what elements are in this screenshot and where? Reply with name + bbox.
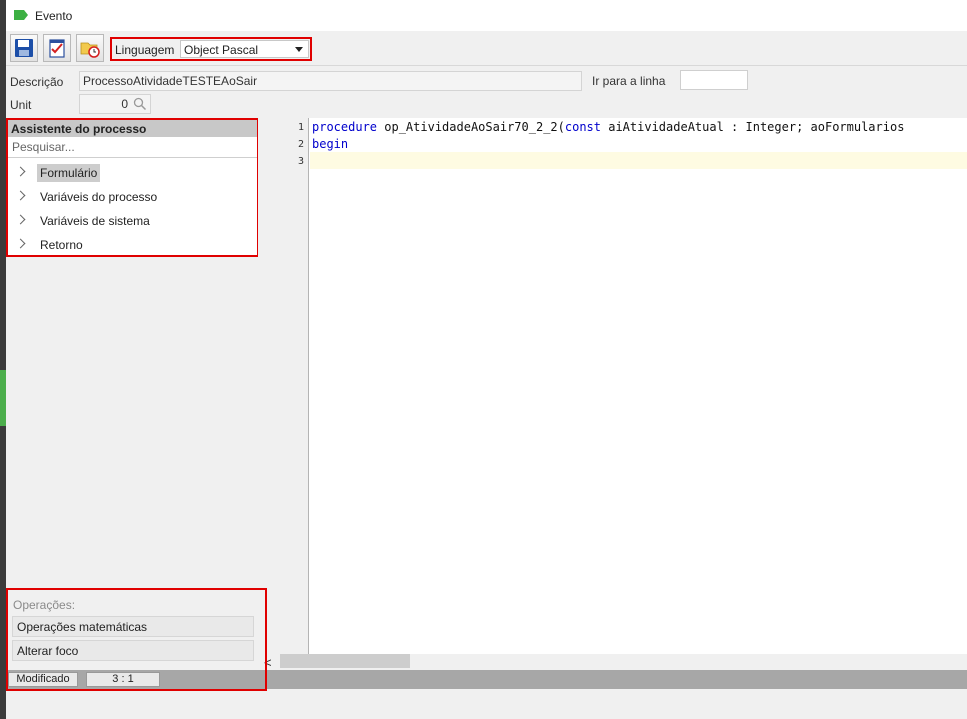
assistant-title: Assistente do processo [8,120,257,137]
keyword: begin [312,137,349,151]
process-assistant-panel: Assistente do processo Formulário Variáv… [6,118,259,257]
chevron-right-icon[interactable] [15,214,26,225]
window-title: Evento [35,9,73,23]
save-button[interactable] [10,34,38,62]
tree-item-label: Retorno [40,238,83,252]
descricao-field[interactable]: ProcessoAtividadeTESTEAoSair [79,71,582,91]
code-editor[interactable]: 1 2 3 procedure op_AtividadeAoSair70_2_2… [258,118,967,654]
tree-item-retorno[interactable]: Retorno [8,234,257,256]
code-line-1: procedure op_AtividadeAoSair70_2_2(const… [312,120,904,134]
title-bar: Evento [6,0,967,32]
operations-panel: Operações: Operações matemáticas Alterar… [6,588,267,691]
validate-button[interactable] [43,34,71,62]
scrollbar-thumb[interactable] [280,654,410,668]
search-icon[interactable] [133,97,147,111]
assistant-search-input[interactable] [8,138,256,156]
unit-label: Unit [10,98,32,112]
keyword: procedure [312,120,378,134]
change-focus-button[interactable]: Alterar foco [12,640,254,661]
tree-item-label: Variáveis de sistema [40,214,150,228]
descricao-value: ProcessoAtividadeTESTEAoSair [83,74,258,88]
tag-icon [14,10,28,20]
folder-clock-icon [80,42,100,58]
chevron-down-icon [295,47,303,52]
current-line-highlight [310,152,967,169]
line-number-gutter: 1 2 3 [258,118,309,654]
language-label: Linguagem [115,43,175,57]
ir-para-linha-input[interactable] [680,70,748,90]
line-number: 2 [297,139,304,150]
code-text: op_AtividadeAoSair70_2_2( [377,120,565,134]
language-selector-group: Linguagem Object Pascal [110,37,312,61]
line-number: 3 [297,156,304,167]
chevron-right-icon[interactable] [15,238,26,249]
tree-item-formulario[interactable]: Formulário [8,162,257,184]
operations-title: Operações: [13,598,76,612]
unit-value: 0 [121,97,128,111]
descricao-label: Descrição [10,75,64,89]
math-operations-button[interactable]: Operações matemáticas [12,616,254,637]
tree-item-variaveis-sistema[interactable]: Variáveis de sistema [8,210,257,232]
tree-item-variaveis-processo[interactable]: Variáveis do processo [8,186,257,208]
chevron-right-icon[interactable] [15,190,26,201]
language-select[interactable]: Object Pascal [180,40,309,58]
code-line-2: begin [312,137,348,151]
tree-item-label: Variáveis do processo [40,190,158,204]
chevron-right-icon[interactable] [15,166,26,177]
assistant-search [8,138,257,158]
check-document-icon [49,39,65,58]
keyword: const [564,120,601,134]
horizontal-scrollbar[interactable]: < [258,654,967,670]
schedule-button[interactable] [76,34,104,62]
code-text: aiAtividadeAtual : Integer; aoFormulario… [601,120,905,134]
language-select-value: Object Pascal [184,43,259,57]
ir-para-linha-label: Ir para a linha [592,74,666,88]
tree-item-label: Formulário [37,164,101,182]
line-number: 1 [297,122,304,133]
toolbar: Linguagem Object Pascal [6,31,967,66]
save-icon [15,39,33,57]
